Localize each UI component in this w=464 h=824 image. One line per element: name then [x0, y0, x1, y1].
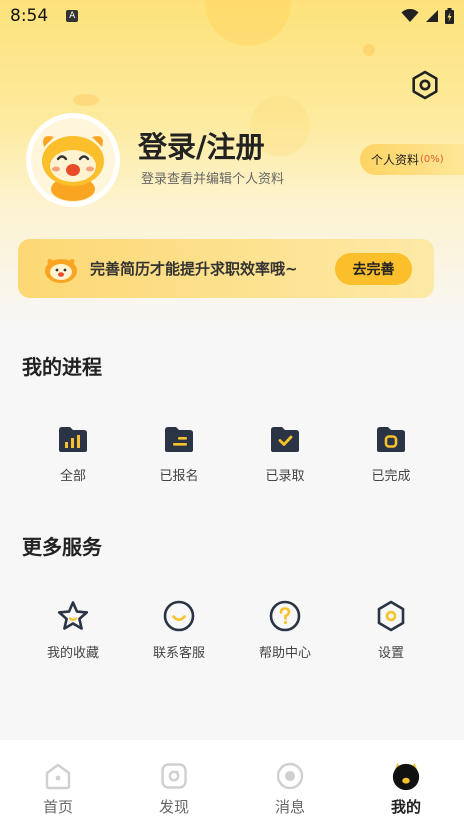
settings-icon: [374, 599, 408, 633]
notification-icon: A: [66, 10, 79, 22]
services-section-title: 更多服务: [22, 535, 102, 559]
banner-text: 完善简历才能提升求职效率哦~: [90, 260, 298, 278]
progress-label: 已录取: [265, 469, 305, 484]
settings-icon[interactable]: [410, 70, 440, 100]
progress-section-title: 我的进程: [22, 355, 102, 379]
battery-icon: [445, 8, 454, 24]
service-label: 帮助中心: [258, 646, 311, 661]
progress-grid: 全部 已报名 已录取 已完成: [20, 422, 444, 484]
home-icon: [43, 761, 73, 791]
mascot-icon: [45, 258, 77, 283]
decoration: [363, 44, 375, 56]
decoration: [73, 94, 99, 106]
check-folder-icon: [268, 422, 302, 456]
progress-item-all[interactable]: 全部: [20, 422, 126, 484]
login-register-title[interactable]: 登录/注册: [138, 124, 265, 166]
service-item-support[interactable]: 联系客服: [126, 599, 232, 661]
star-icon: [56, 599, 90, 633]
progress-item-signed[interactable]: 已报名: [126, 422, 232, 484]
wifi-icon: [401, 9, 419, 22]
signal-icon: [426, 10, 438, 22]
progress-label: 全部: [59, 469, 86, 484]
tab-home[interactable]: 首页: [0, 740, 116, 824]
profile-button[interactable]: 个人资料 (0%): [360, 144, 464, 175]
tab-label: 首页: [42, 798, 73, 816]
profile-label: 个人资料: [371, 153, 420, 167]
smile-icon: [162, 599, 196, 633]
message-icon: [275, 761, 305, 791]
signed-folder-icon: [162, 422, 196, 456]
status-bar: 8:54 A: [0, 0, 464, 32]
service-label: 设置: [377, 646, 404, 661]
service-label: 我的收藏: [46, 646, 99, 661]
service-label: 联系客服: [152, 646, 205, 661]
resume-banner[interactable]: 完善简历才能提升求职效率哦~ 去完善: [18, 239, 434, 298]
status-time: 8:54: [10, 6, 49, 26]
chart-folder-icon: [56, 422, 90, 456]
status-indicators: [401, 8, 454, 24]
tab-discover[interactable]: 发现: [116, 740, 232, 824]
tab-label: 消息: [274, 798, 305, 816]
complete-resume-button[interactable]: 去完善: [335, 253, 412, 285]
tab-label: 发现: [158, 798, 189, 816]
done-folder-icon: [374, 422, 408, 456]
service-item-help[interactable]: 帮助中心: [232, 599, 338, 661]
progress-label: 已报名: [159, 469, 199, 484]
question-icon: [268, 599, 302, 633]
progress-label: 已完成: [371, 469, 411, 484]
login-subtitle: 登录查看并编辑个人资料: [141, 172, 285, 187]
progress-item-completed[interactable]: 已完成: [338, 422, 444, 484]
discover-icon: [159, 761, 189, 791]
tab-messages[interactable]: 消息: [232, 740, 348, 824]
service-item-settings[interactable]: 设置: [338, 599, 444, 661]
tab-label: 我的: [390, 798, 421, 816]
mine-icon: [391, 761, 421, 791]
mascot-avatar-icon: [31, 118, 115, 202]
avatar[interactable]: [26, 113, 120, 207]
services-grid: 我的收藏 联系客服 帮助中心 设置: [20, 599, 444, 661]
tab-mine[interactable]: 我的: [348, 740, 464, 824]
progress-item-admitted[interactable]: 已录取: [232, 422, 338, 484]
service-item-favorites[interactable]: 我的收藏: [20, 599, 126, 661]
profile-percent: (0%): [420, 154, 444, 165]
bottom-tab-bar: 首页 发现 消息 我的: [0, 740, 464, 824]
